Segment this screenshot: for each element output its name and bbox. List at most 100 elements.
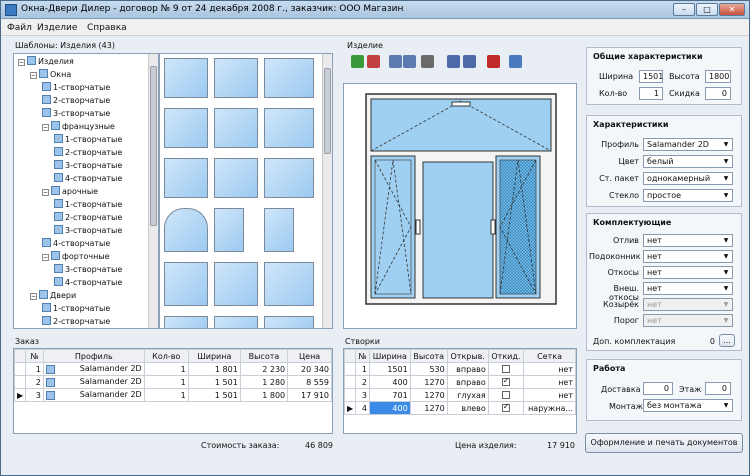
table-row[interactable]: ▶ 3 Salamander 2D 1 1 501 1 800 17 910 [14, 388, 332, 402]
column-header[interactable]: Ширина [369, 349, 411, 363]
thumb-window[interactable] [164, 58, 208, 98]
tree-item[interactable]: 3-створчатые [54, 225, 122, 237]
thumb-window[interactable] [214, 158, 258, 198]
tilt-checkbox[interactable] [501, 390, 510, 399]
table-row[interactable]: ▶ 4 400 1270 влево наружна... [344, 401, 576, 415]
column-header[interactable]: Открыв. [446, 349, 489, 363]
align-right-icon[interactable] [403, 55, 416, 68]
column-header[interactable]: Профиль [42, 349, 145, 363]
thumb-arched-window[interactable] [164, 208, 208, 252]
column-header[interactable]: Высота [409, 349, 448, 363]
accessory-select[interactable]: нет ▼ [643, 282, 733, 295]
paste-icon[interactable] [463, 55, 476, 68]
thumb-window[interactable] [214, 208, 244, 252]
tree-item[interactable]: 4-створчатые [54, 277, 122, 289]
thumb-window[interactable] [214, 262, 258, 306]
thumbs-scrollbar[interactable] [322, 54, 332, 328]
zoom-out-icon[interactable] [367, 55, 380, 68]
thumb-window[interactable] [164, 158, 208, 198]
print-documents-button[interactable]: Оформление и печать документов [585, 433, 743, 453]
thumb-window[interactable] [264, 208, 294, 252]
floor-field[interactable]: 0 [705, 382, 731, 395]
tree-item[interactable]: − Двери [30, 290, 76, 302]
column-header[interactable]: Сетка [523, 349, 576, 363]
tree-expander[interactable]: − [30, 72, 37, 79]
tree-item[interactable]: − Изделия [18, 56, 74, 68]
order-grid[interactable]: № Профиль Кол-во Ширина Высота Цена 1 Salamand… [13, 348, 333, 434]
tree-expander[interactable]: − [18, 59, 25, 66]
tree-item[interactable]: 3-створчатые [54, 264, 122, 276]
maximize-button[interactable]: □ [696, 3, 718, 16]
tree-item[interactable]: − арочные [42, 186, 98, 198]
tilt-checkbox[interactable] [501, 376, 510, 386]
column-header[interactable]: Высота [239, 349, 289, 363]
templates-thumbnails[interactable] [159, 53, 333, 329]
height-field[interactable]: 1800 [705, 70, 731, 83]
menu-help[interactable]: Справка [87, 23, 127, 33]
tree-item[interactable]: − французные [42, 121, 115, 133]
thumb-door[interactable] [164, 316, 208, 328]
tree-expander[interactable]: − [42, 124, 49, 131]
thumb-window[interactable] [264, 58, 314, 98]
column-header[interactable]: № [25, 349, 44, 363]
thumb-window[interactable] [164, 262, 208, 306]
table-row[interactable]: 1 1501 530 вправо нет [344, 362, 576, 376]
sashes-grid[interactable]: № Ширина Высота Открыв. Откид. Сетка 1 1501 530… [343, 348, 577, 434]
extra-equipment-button[interactable]: ... [719, 334, 735, 347]
tree-item[interactable]: 2-створчатые [54, 212, 122, 224]
tree-item[interactable]: 1-створчатые [42, 303, 110, 315]
accessory-select[interactable]: нет ▼ [643, 266, 733, 279]
align-left-icon[interactable] [389, 55, 402, 68]
templates-tree[interactable]: − Изделия − Окна 1-створчатые 2-створчатые 3-с… [13, 53, 159, 329]
width-field[interactable]: 1501 [639, 70, 663, 83]
menu-file[interactable]: Файл [7, 23, 32, 33]
tree-item[interactable]: 3-створчатые [42, 108, 110, 120]
spec-select[interactable]: Salamander 2D ▼ [643, 138, 733, 151]
window-icon[interactable] [509, 55, 522, 68]
thumb-door[interactable] [264, 316, 314, 328]
product-preview[interactable] [343, 83, 577, 329]
thumb-door[interactable] [214, 316, 258, 328]
tree-item[interactable]: − Окна [30, 69, 71, 81]
menu-product[interactable]: Изделие [37, 23, 77, 33]
table-row[interactable]: 1 Salamander 2D 1 1 801 2 230 20 340 [14, 362, 332, 376]
column-header[interactable]: Кол-во [143, 349, 189, 363]
thumb-window[interactable] [164, 108, 208, 148]
column-header[interactable]: Ширина [187, 349, 241, 363]
tree-item[interactable]: 4-створчатые [42, 238, 110, 250]
tree-item[interactable]: 1-створчатые [42, 82, 110, 94]
table-row[interactable]: 3 701 1270 глухая нет [344, 388, 576, 402]
column-header[interactable]: Откид. [487, 349, 525, 363]
thumb-window[interactable] [264, 262, 314, 306]
tree-scrollbar[interactable] [148, 54, 158, 328]
column-header[interactable]: Цена [287, 349, 332, 363]
delivery-field[interactable]: 0 [643, 382, 673, 395]
thumb-window[interactable] [264, 158, 314, 198]
minimize-button[interactable]: – [673, 3, 695, 16]
thumb-window[interactable] [214, 58, 258, 98]
tree-item[interactable]: − форточные [42, 251, 110, 263]
copy-icon[interactable] [447, 55, 460, 68]
tilt-checkbox[interactable] [501, 402, 510, 412]
column-header[interactable]: № [355, 349, 370, 363]
spec-select[interactable]: простое ▼ [643, 189, 733, 202]
qty-field[interactable]: 1 [639, 87, 663, 100]
spec-select[interactable]: белый ▼ [643, 155, 733, 168]
zoom-in-icon[interactable] [351, 55, 364, 68]
tilt-checkbox[interactable] [501, 364, 510, 373]
delete-icon[interactable] [487, 55, 500, 68]
install-select[interactable]: без монтажа ▼ [643, 399, 733, 412]
tree-item[interactable]: 2-створчатые [42, 95, 110, 107]
table-row[interactable]: 2 400 1270 вправо нет [344, 375, 576, 389]
tree-expander[interactable]: − [42, 189, 49, 196]
tree-item[interactable]: 2-створчатые [42, 316, 110, 328]
table-row[interactable]: 2 Salamander 2D 1 1 501 1 280 8 559 [14, 375, 332, 389]
accessory-select[interactable]: нет ▼ [643, 250, 733, 263]
tree-item[interactable]: 2-створчатые [54, 147, 122, 159]
tree-item[interactable]: 4-створчатые [54, 173, 122, 185]
spec-select[interactable]: однокамерный ▼ [643, 172, 733, 185]
tree-item[interactable]: 3-створчатые [54, 160, 122, 172]
thumb-window[interactable] [264, 108, 314, 148]
accessory-select[interactable]: нет ▼ [643, 234, 733, 247]
tree-expander[interactable]: − [42, 254, 49, 261]
